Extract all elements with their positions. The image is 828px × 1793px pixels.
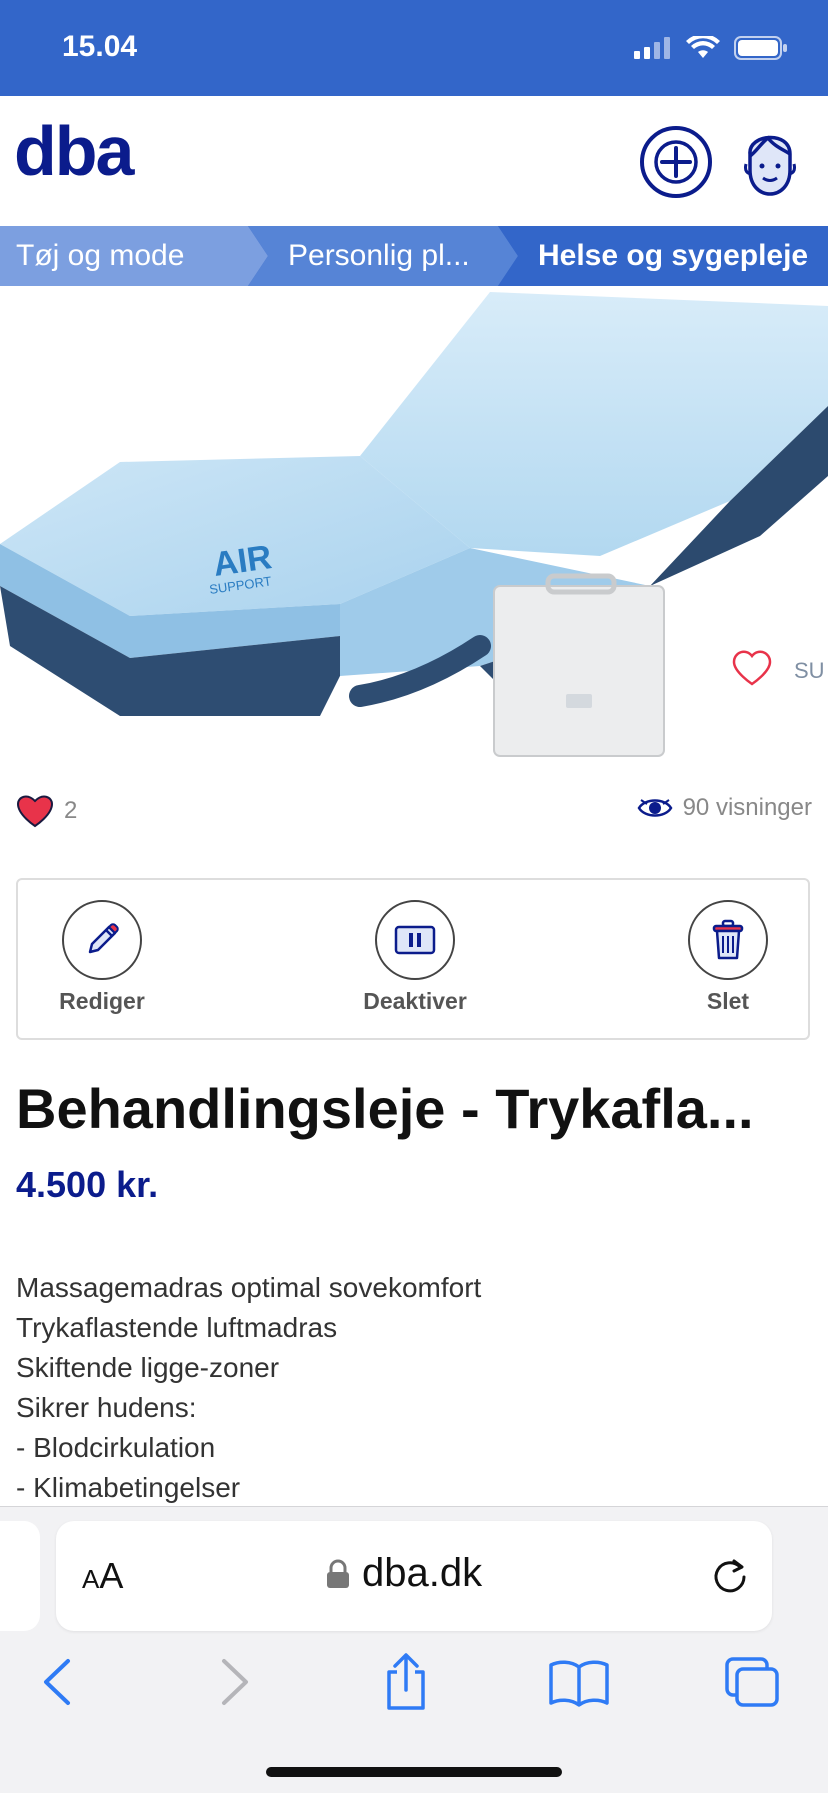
listing-actions: Rediger Deaktiver Slet [16, 878, 810, 1040]
address-bar[interactable]: AA dba.dk [56, 1521, 772, 1631]
back-icon [44, 1659, 70, 1705]
text-size-small: A [82, 1564, 100, 1594]
delete-button[interactable]: Slet [658, 900, 798, 1015]
share-icon [387, 1653, 425, 1710]
wifi-icon [686, 36, 720, 58]
delete-circle [688, 900, 768, 980]
pencil-icon [88, 923, 119, 954]
edit-label: Rediger [59, 988, 145, 1014]
favorites-count-area[interactable]: 2 [16, 794, 77, 828]
cellular-signal-icon [634, 37, 670, 59]
deactivate-circle [375, 900, 455, 980]
status-bar: 15.04 [0, 0, 828, 96]
bookmarks-icon [549, 1660, 609, 1707]
reload-icon [714, 1559, 746, 1593]
heart-icon [16, 795, 54, 828]
edit-circle [62, 900, 142, 980]
views-count: 90 visninger [682, 794, 812, 821]
text-size-big: A [99, 1555, 124, 1596]
previous-tab-preview[interactable] [0, 1521, 40, 1631]
lock-icon [327, 1559, 349, 1588]
status-icons [634, 36, 788, 60]
breadcrumb: Tøj og mode Personlig pl... Helse og syg… [0, 226, 828, 286]
forward-icon [222, 1659, 248, 1705]
home-indicator [266, 1767, 562, 1777]
reload-button[interactable] [710, 1555, 750, 1599]
bookmarks-button[interactable] [544, 1647, 614, 1717]
favorite-heart-icon [732, 650, 772, 686]
app-header: dba [0, 96, 828, 226]
listing-stats: 2 90 visninger [0, 790, 828, 840]
breadcrumb-item-helse-og-sygepleje[interactable]: Helse og sygepleje [538, 226, 808, 286]
favorites-count: 2 [64, 797, 78, 824]
delete-label: Slet [706, 988, 750, 1014]
edit-button[interactable]: Rediger [32, 900, 172, 1015]
svg-text:SU: SU [794, 658, 825, 683]
breadcrumb-item-toj-og-mode[interactable]: Tøj og mode [16, 226, 184, 286]
views-area: 90 visninger [637, 794, 812, 822]
share-button[interactable] [371, 1647, 441, 1717]
listing-description: Massagemadras optimal sovekomfort Trykaf… [16, 1268, 481, 1508]
breadcrumb-item-personlig[interactable]: Personlig pl... [288, 226, 470, 286]
trash-icon [712, 919, 744, 960]
user-face-icon [744, 135, 796, 196]
browser-toolbar: AA dba.dk [0, 1506, 828, 1793]
deactivate-button[interactable]: Deaktiver [345, 900, 485, 1015]
url-text: dba.dk [362, 1551, 483, 1595]
tabs-icon [725, 1657, 779, 1707]
description-line: Sikrer hudens: [16, 1392, 197, 1423]
description-line: Skiftende ligge-zoner [16, 1352, 280, 1383]
description-line: - Klimabetingelser [16, 1472, 241, 1503]
listing-title: Behandlingsleje - Trykafla... [16, 1077, 754, 1140]
listing-price: 4.500 kr. [16, 1164, 159, 1205]
listing-image[interactable]: AIR SUPPORT SU [0, 286, 828, 788]
add-listing-button[interactable] [638, 124, 714, 200]
status-time: 15.04 [62, 30, 138, 63]
deactivate-label: Deaktiver [363, 988, 467, 1014]
text-size-button[interactable]: AA [82, 1555, 123, 1597]
profile-button[interactable] [732, 124, 808, 200]
tabs-button[interactable] [718, 1647, 788, 1717]
mattress-illustration: AIR SUPPORT SU [0, 292, 828, 757]
plus-circle-icon [640, 126, 712, 198]
forward-button[interactable] [200, 1647, 270, 1717]
description-line: - Blodcirkulation [16, 1432, 216, 1463]
battery-icon [734, 36, 787, 60]
eye-icon [637, 799, 673, 817]
back-button[interactable] [22, 1647, 92, 1717]
description-line: Trykaflastende luftmadras [16, 1312, 338, 1343]
dba-logo[interactable]: dba [14, 116, 134, 186]
description-line: Massagemadras optimal sovekomfort [16, 1272, 482, 1303]
url-display[interactable]: dba.dk [326, 1551, 482, 1596]
pause-icon [394, 925, 436, 955]
